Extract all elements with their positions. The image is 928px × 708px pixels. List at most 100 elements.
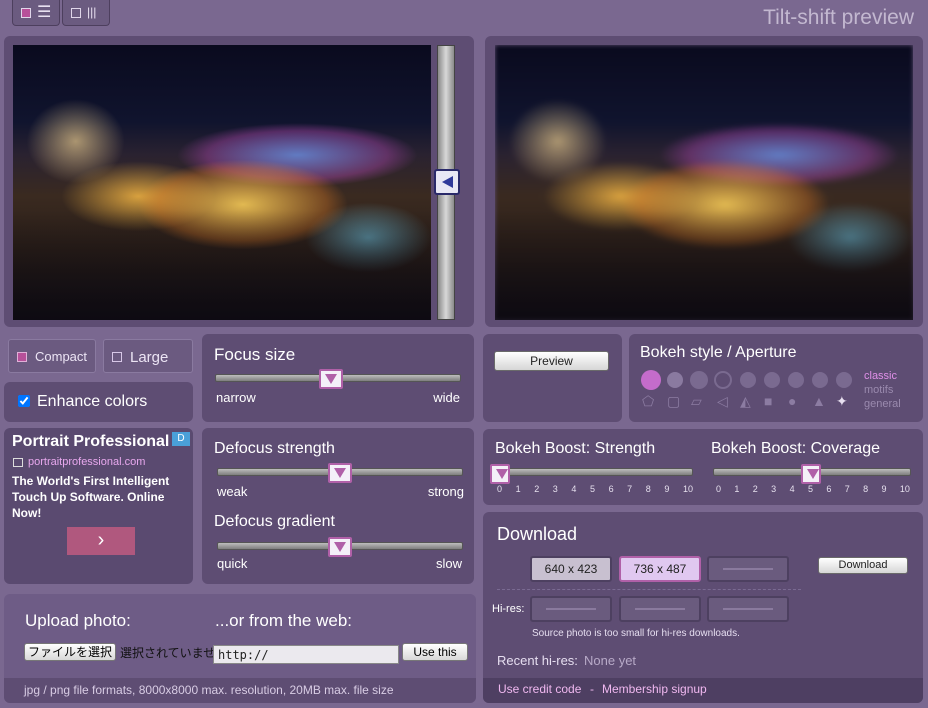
ad-body: The World's First Intelligent Touch Up S… <box>12 474 170 520</box>
tick-label: 6 <box>826 484 832 494</box>
bokeh-shape-classic-3[interactable] <box>690 371 708 389</box>
bokeh-boost-strength-label: Bokeh Boost: Strength <box>495 440 656 457</box>
ad-title[interactable]: Portrait Professional <box>12 433 169 451</box>
bokeh-category-general[interactable]: general <box>864 398 901 410</box>
view-columns-button[interactable]: ||| <box>62 0 110 26</box>
choose-file-button[interactable]: ファイルを選択 <box>24 643 116 661</box>
bokeh-coverage-thumb[interactable] <box>801 464 821 484</box>
tick-label: 2 <box>534 484 540 494</box>
bokeh-shape-classic-2[interactable] <box>667 372 683 388</box>
tick-label: 3 <box>771 484 777 494</box>
tick-label: 7 <box>844 484 850 494</box>
bokeh-shape-classic-9[interactable] <box>836 372 852 388</box>
tick-label: 6 <box>608 484 614 494</box>
defocus-strength-label: Defocus strength <box>214 440 335 457</box>
defocus-gradient-min: quick <box>217 556 248 571</box>
tick-label: 0 <box>497 484 503 494</box>
bokeh-shape-classic-5[interactable] <box>740 372 756 388</box>
size-640-button[interactable]: 640 x 423 <box>530 556 612 582</box>
square-filled-icon[interactable]: ■ <box>764 393 772 409</box>
preview-button[interactable]: Preview <box>494 351 609 371</box>
download-panel: Download 640 x 423 736 x 487 Download Hi… <box>483 512 923 703</box>
defocus-strength-thumb[interactable] <box>328 463 352 483</box>
download-label: Download <box>497 524 578 544</box>
focus-size-thumb[interactable] <box>319 369 343 389</box>
columns-icon: ||| <box>87 5 97 19</box>
defocus-strength-max: strong <box>427 484 464 499</box>
source-photo <box>13 45 431 320</box>
preview-photo <box>495 45 913 320</box>
hires-button-2 <box>619 596 701 622</box>
upload-panel: Upload photo: ...or from the web: ファイルを選… <box>4 594 476 703</box>
compact-button[interactable]: Compact <box>8 339 96 373</box>
page-title: Tilt-shift preview <box>763 6 914 29</box>
defocus-gradient-thumb[interactable] <box>328 537 352 557</box>
tick-label: 7 <box>627 484 633 494</box>
tick-label: 1 <box>734 484 740 494</box>
tick-label: 10 <box>899 484 910 494</box>
soft-dot-icon[interactable]: ● <box>788 393 796 409</box>
bokeh-category-motifs[interactable]: motifs <box>864 384 893 396</box>
ad-cta-button[interactable]: › <box>67 527 135 555</box>
hires-button-1 <box>530 596 612 622</box>
defocus-panel: Defocus strength weak strong Defocus gra… <box>202 428 474 584</box>
site-icon <box>13 458 23 467</box>
credit-code-link[interactable]: Use credit code <box>498 682 581 696</box>
bokeh-shape-classic-8[interactable] <box>812 372 828 388</box>
tick-label: 4 <box>571 484 577 494</box>
size-736-button[interactable]: 736 x 487 <box>619 556 701 582</box>
upload-photo-label: Upload photo: <box>25 611 131 630</box>
focus-size-panel: Focus size narrow wide <box>202 334 474 422</box>
tick-label: 9 <box>664 484 670 494</box>
square-icon[interactable]: ▢ <box>667 393 680 410</box>
bokeh-strength-track[interactable] <box>493 468 693 476</box>
pentagon-icon[interactable]: ⬠ <box>642 393 654 410</box>
adchoices-icon[interactable]: D <box>172 432 190 446</box>
bokeh-shape-classic-1[interactable] <box>641 370 661 390</box>
star-icon[interactable]: ✦ <box>836 393 848 410</box>
focus-position-handle[interactable] <box>434 169 460 195</box>
enhance-colors-label: Enhance colors <box>37 393 148 410</box>
upload-note: jpg / png file formats, 8000x8000 max. r… <box>24 683 394 697</box>
tick-label: 5 <box>807 484 813 494</box>
file-status: 選択されていません <box>120 646 213 660</box>
radio-indicator <box>17 352 27 362</box>
large-button[interactable]: Large <box>103 339 193 373</box>
hires-label: Hi-res: <box>492 603 525 615</box>
defocus-strength-min: weak <box>217 484 248 499</box>
triangle-small-icon[interactable]: ◁ <box>717 393 728 410</box>
bokeh-shape-classic-6[interactable] <box>764 372 780 388</box>
defocus-gradient-label: Defocus gradient <box>214 513 335 530</box>
bokeh-category-classic[interactable]: classic <box>864 370 897 382</box>
enhance-colors-checkbox[interactable] <box>18 395 30 407</box>
bokeh-boost-coverage-label: Bokeh Boost: Coverage <box>711 440 880 457</box>
tick-label: 8 <box>645 484 651 494</box>
ad-site-link[interactable]: portraitprofessional.com <box>28 456 145 468</box>
rhombus-icon[interactable]: ▱ <box>691 393 702 410</box>
bokeh-strength-thumb[interactable] <box>490 464 510 484</box>
chevron-right-icon: › <box>97 529 105 551</box>
tick-label: 2 <box>752 484 758 494</box>
checkbox-indicator <box>21 8 31 18</box>
bell-icon[interactable]: ▲ <box>812 393 826 409</box>
preview-image-panel <box>485 36 923 327</box>
triangle-icon[interactable]: ◭ <box>740 393 751 410</box>
web-url-input[interactable] <box>213 645 399 664</box>
focus-size-max: wide <box>433 390 460 405</box>
compact-label: Compact <box>35 349 88 364</box>
bokeh-style-panel: Bokeh style / Aperture ⬠ ▢ ▱ ◁ ◭ ■ ● ▲ ✦… <box>629 334 923 422</box>
bokeh-shape-classic-4[interactable] <box>714 371 732 389</box>
use-this-button[interactable]: Use this <box>402 643 468 661</box>
large-label: Large <box>130 349 169 366</box>
download-divider <box>497 589 801 590</box>
focus-size-min: narrow <box>216 390 256 405</box>
membership-link[interactable]: Membership signup <box>602 682 707 696</box>
checkbox-indicator <box>71 8 81 18</box>
view-rows-button[interactable]: ☰ <box>12 0 60 26</box>
recent-hires-value: None yet <box>584 653 637 668</box>
tick-label: 9 <box>881 484 887 494</box>
download-button[interactable]: Download <box>818 557 908 574</box>
rows-icon: ☰ <box>37 4 52 21</box>
tick-label: 3 <box>552 484 558 494</box>
bokeh-shape-classic-7[interactable] <box>788 372 804 388</box>
